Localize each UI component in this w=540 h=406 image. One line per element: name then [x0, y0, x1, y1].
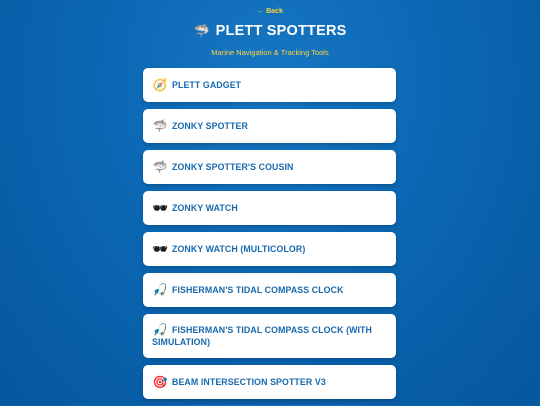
- tool-label: ZONKY SPOTTER'S COUSIN: [172, 162, 294, 172]
- tool-label: PLETT GADGET: [172, 80, 242, 90]
- compass-icon: 🧭: [152, 78, 168, 92]
- tool-card-tidal-compass-clock[interactable]: 🎣 FISHERMAN'S TIDAL COMPASS CLOCK: [143, 273, 396, 307]
- tool-label: FISHERMAN'S TIDAL COMPASS CLOCK (WITH SI…: [152, 325, 372, 347]
- shark-icon: 🦈: [152, 119, 168, 133]
- target-icon: 🎯: [152, 375, 168, 389]
- shark-icon: 🦈: [193, 23, 210, 38]
- tool-label: BEAM INTERSECTION SPOTTER V3: [172, 377, 326, 387]
- tool-label: ZONKY WATCH (MULTICOLOR): [172, 244, 306, 254]
- page-subtitle: Marine Navigation & Tracking Tools: [211, 48, 329, 57]
- tool-label: ZONKY SPOTTER: [172, 121, 248, 131]
- tool-card-plett-gadget[interactable]: 🧭 PLETT GADGET: [143, 68, 396, 102]
- tool-label: ZONKY WATCH: [172, 203, 238, 213]
- page-header: 🦈 PLETT SPOTTERS Marine Navigation & Tra…: [0, 22, 540, 58]
- tool-card-zonky-spotter[interactable]: 🦈 ZONKY SPOTTER: [143, 109, 396, 143]
- back-link[interactable]: ← Back: [0, 8, 540, 15]
- tool-card-zonky-spotters-cousin[interactable]: 🦈 ZONKY SPOTTER'S COUSIN: [143, 150, 396, 184]
- tool-label: FISHERMAN'S TIDAL COMPASS CLOCK: [172, 285, 344, 295]
- shark-icon: 🦈: [152, 160, 168, 174]
- page-title: PLETT SPOTTERS: [215, 22, 347, 39]
- tool-card-zonky-watch-multicolor[interactable]: 🕶 ZONKY WATCH (MULTICOLOR): [143, 232, 396, 266]
- fishing-pole-icon: 🎣: [152, 323, 168, 337]
- tool-card-tidal-compass-clock-simulation[interactable]: 🎣 FISHERMAN'S TIDAL COMPASS CLOCK (WITH S…: [143, 314, 396, 358]
- tool-card-beam-intersection-spotter[interactable]: 🎯 BEAM INTERSECTION SPOTTER V3: [143, 365, 396, 399]
- sunglasses-icon: 🕶: [152, 242, 168, 256]
- sunglasses-icon: 🕶: [152, 201, 168, 215]
- title-row: 🦈 PLETT SPOTTERS: [193, 23, 346, 39]
- fishing-pole-icon: 🎣: [152, 283, 168, 297]
- tool-list: 🧭 PLETT GADGET 🦈 ZONKY SPOTTER 🦈 ZONKY SPOT…: [143, 68, 396, 406]
- tool-card-zonky-watch[interactable]: 🕶 ZONKY WATCH: [143, 191, 396, 225]
